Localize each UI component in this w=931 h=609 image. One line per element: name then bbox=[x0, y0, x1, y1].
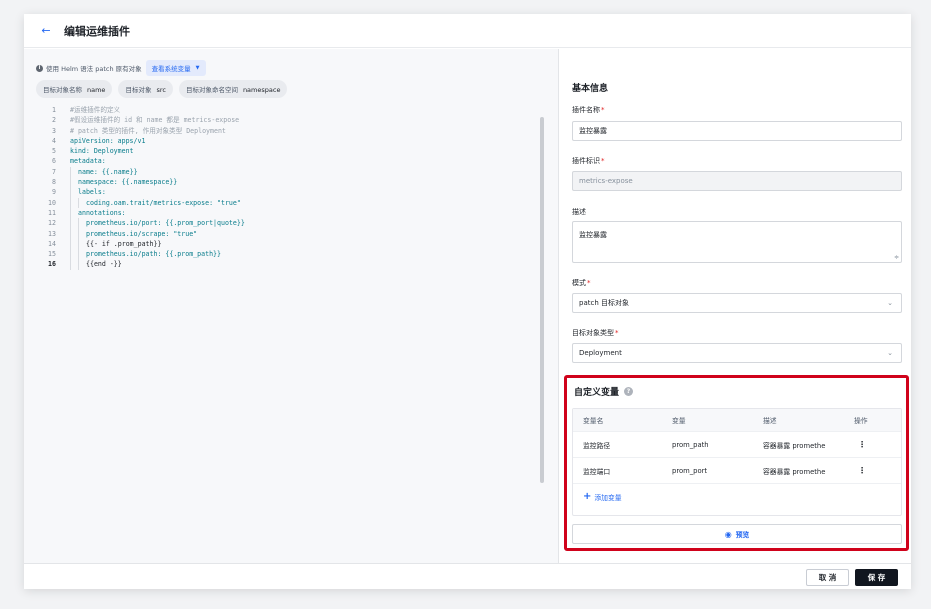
plugin-id-label: 插件标识* bbox=[572, 156, 605, 166]
chip-target-src[interactable]: 目标对象 src bbox=[118, 80, 173, 98]
chip-label: 目标对象名称 bbox=[43, 86, 82, 94]
plugin-name-input[interactable]: 监控暴露 bbox=[572, 121, 902, 141]
section-title-basic-info: 基本信息 bbox=[572, 84, 609, 94]
mode-label-text: 模式 bbox=[572, 279, 586, 287]
column-header: 变量名 bbox=[583, 417, 604, 425]
info-icon: i bbox=[36, 64, 43, 72]
chevron-down-icon: ⌄ bbox=[887, 299, 893, 307]
chip-label: 目标对象命名空间 bbox=[185, 86, 238, 94]
hint-text: 使用 Helm 语法 patch 原有对象 bbox=[46, 65, 142, 73]
add-variable-button[interactable]: + 添加变量 bbox=[573, 483, 901, 509]
system-variables-label: 查看系统变量 bbox=[151, 65, 191, 73]
target-chips: 目标对象名称 name 目标对象 src 目标对象命名空间 namespace bbox=[36, 80, 288, 98]
mode-select[interactable]: patch 目标对象 ⌄ bbox=[572, 293, 902, 313]
table-row: 监控端口 prom_port 容器暴露 promethe ⋮ bbox=[573, 457, 901, 483]
column-header: 变量 bbox=[672, 417, 686, 425]
required-mark: * bbox=[601, 157, 605, 165]
code-line: 4 apiVersion: apps/v1 bbox=[52, 136, 146, 145]
code-scrollbar[interactable] bbox=[540, 117, 544, 483]
system-variables-button[interactable]: 查看系统变量 ▼ bbox=[145, 60, 206, 76]
plugin-name-label: 插件名称* bbox=[572, 105, 605, 115]
required-mark: * bbox=[615, 329, 619, 337]
more-vertical-icon[interactable]: ⋮ bbox=[854, 440, 866, 449]
cell-var-name: 监控路径 bbox=[583, 441, 611, 450]
table-header: 变量名 变量 描述 操作 bbox=[573, 409, 901, 431]
page-header: ← 编辑运维插件 bbox=[24, 14, 911, 48]
chip-target-namespace[interactable]: 目标对象命名空间 namespace bbox=[178, 80, 288, 98]
code-panel: i 使用 Helm 语法 patch 原有对象 查看系统变量 ▼ 目标对象名称 n… bbox=[24, 49, 559, 563]
custom-variables-title: 自定义变量 ? bbox=[574, 385, 634, 398]
code-line: 15 prometheus.io/path: {{.prom_path}} bbox=[48, 249, 221, 260]
help-icon[interactable]: ? bbox=[624, 387, 634, 396]
chip-value: src bbox=[156, 86, 166, 94]
description-textarea[interactable]: 监控暴露 ≑ bbox=[572, 221, 902, 263]
code-line: 11 annotations: bbox=[48, 207, 126, 219]
target-type-label-text: 目标对象类型 bbox=[572, 329, 614, 337]
cancel-button[interactable]: 取 消 bbox=[806, 569, 849, 586]
plus-icon: + bbox=[583, 491, 592, 502]
code-line: 13 prometheus.io/scrape: "true" bbox=[48, 228, 198, 239]
target-type-select[interactable]: Deployment ⌄ bbox=[572, 343, 902, 363]
table-row: 监控路径 prom_path 容器暴露 promethe ⋮ bbox=[573, 431, 901, 457]
target-type-label: 目标对象类型* bbox=[572, 328, 619, 338]
cell-desc: 容器暴露 promethe bbox=[763, 467, 826, 476]
code-line: 16 {{end -}} bbox=[48, 259, 122, 270]
cell-var: prom_path bbox=[672, 440, 709, 449]
description-label: 描述 bbox=[572, 208, 586, 216]
chip-value: namespace bbox=[242, 86, 281, 94]
cell-var-name: 监控端口 bbox=[583, 467, 611, 476]
chip-target-name[interactable]: 目标对象名称 name bbox=[36, 80, 113, 98]
helm-hint: i 使用 Helm 语法 patch 原有对象 查看系统变量 ▼ bbox=[36, 60, 206, 76]
column-header: 描述 bbox=[763, 417, 777, 425]
code-line: 12 prometheus.io/port: {{.prom_port|quote… bbox=[48, 218, 245, 229]
custom-variables-section: 自定义变量 ? 变量名 变量 描述 操作 监控路径 prom_path 容器暴露… bbox=[564, 375, 909, 551]
description-value: 监控暴露 bbox=[579, 231, 607, 239]
code-line: 7 name: {{.name}} bbox=[52, 166, 138, 178]
required-mark: * bbox=[587, 279, 591, 287]
code-line: 9 labels: bbox=[52, 187, 106, 198]
mode-select-value: patch 目标对象 bbox=[579, 299, 629, 307]
code-editor[interactable]: 1 #运维插件的定义 2 #假设运维插件的 id 和 name 都是 metrics… bbox=[38, 105, 538, 270]
page-title: 编辑运维插件 bbox=[64, 24, 130, 38]
settings-panel: 基本信息 插件名称* 监控暴露 插件标识* metrics-expose 描述 … bbox=[560, 49, 911, 563]
editor-window: ← 编辑运维插件 i 使用 Helm 语法 patch 原有对象 查看系统变量 … bbox=[24, 14, 911, 589]
chip-label: 目标对象 bbox=[125, 86, 152, 94]
code-line: 5 kind: Deployment bbox=[52, 147, 134, 156]
save-button[interactable]: 保 存 bbox=[855, 569, 898, 586]
code-line: 6 metadata: bbox=[52, 157, 106, 166]
code-line: 1 #运维插件的定义 bbox=[52, 106, 121, 114]
required-mark: * bbox=[601, 106, 605, 114]
arrow-left-icon[interactable]: ← bbox=[38, 23, 54, 39]
cell-desc: 容器暴露 promethe bbox=[763, 441, 826, 450]
code-line: 14 {{- if .prom_path}} bbox=[48, 238, 162, 250]
resize-handle-icon[interactable]: ≑ bbox=[894, 254, 899, 261]
cell-var: prom_port bbox=[672, 466, 708, 475]
chevron-down-icon: ⌄ bbox=[887, 349, 893, 357]
target-type-select-value: Deployment bbox=[579, 349, 622, 357]
code-line: 2 #假设运维插件的 id 和 name 都是 metrics-expose bbox=[52, 116, 240, 125]
footer-bar: 取 消 保 存 bbox=[24, 563, 911, 589]
preview-button[interactable]: ◉ 预览 bbox=[572, 524, 902, 544]
chevron-down-icon: ▼ bbox=[195, 65, 200, 71]
column-header: 操作 bbox=[854, 417, 868, 425]
custom-variables-title-text: 自定义变量 bbox=[574, 388, 620, 398]
more-vertical-icon[interactable]: ⋮ bbox=[854, 466, 866, 475]
eye-icon: ◉ bbox=[724, 529, 732, 539]
code-line: 8 namespace: {{.namespace}} bbox=[52, 177, 178, 188]
add-variable-label: 添加变量 bbox=[594, 493, 622, 502]
mode-label: 模式* bbox=[572, 278, 591, 288]
chip-value: name bbox=[87, 86, 106, 94]
preview-label: 预览 bbox=[735, 531, 750, 539]
code-line: 10 coding.oam.trait/metrics-expose: "true… bbox=[48, 197, 241, 208]
plugin-id-input: metrics-expose bbox=[572, 171, 902, 191]
code-line: 3 # patch 类型的插件, 作用对象类型 Deployment bbox=[52, 126, 226, 135]
plugin-name-label-text: 插件名称 bbox=[572, 106, 600, 114]
variables-table: 变量名 变量 描述 操作 监控路径 prom_path 容器暴露 prometh… bbox=[572, 408, 902, 516]
plugin-id-label-text: 插件标识 bbox=[572, 157, 600, 165]
